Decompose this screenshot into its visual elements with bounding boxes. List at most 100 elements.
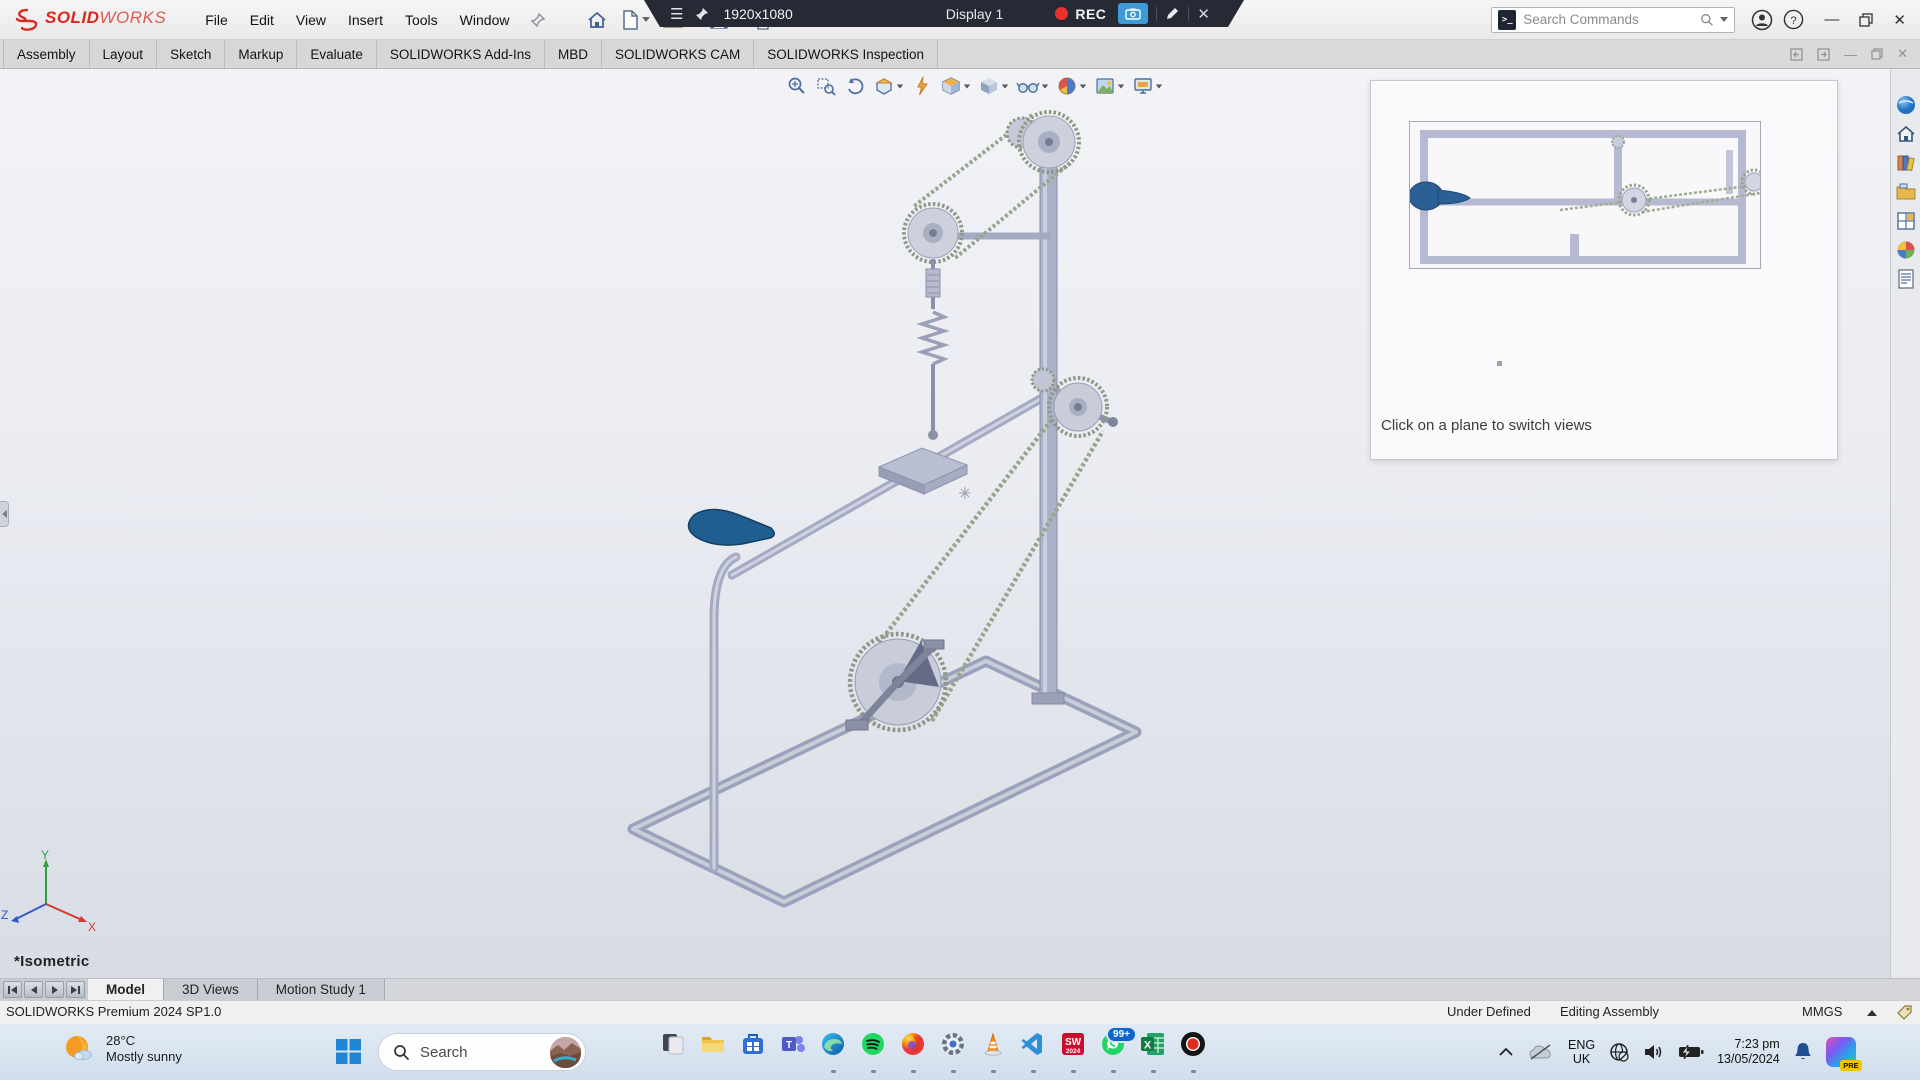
- notification-bell-icon[interactable]: [1793, 1041, 1813, 1063]
- tab-layout[interactable]: Layout: [90, 40, 158, 68]
- spring-damper[interactable]: [922, 259, 944, 440]
- task-view-button[interactable]: [658, 1031, 688, 1073]
- language-indicator[interactable]: ENG UK: [1568, 1038, 1595, 1066]
- pane-next-icon[interactable]: [1817, 48, 1830, 61]
- start-button[interactable]: [335, 1038, 362, 1065]
- tab-scroll-first-button[interactable]: [3, 981, 22, 998]
- rear-sprocket[interactable]: [1049, 378, 1107, 436]
- restore-button[interactable]: [1859, 13, 1873, 27]
- microsoft-store-button[interactable]: [738, 1031, 768, 1073]
- minimize-button[interactable]: —: [1824, 11, 1839, 28]
- command-search-box[interactable]: >_: [1491, 7, 1735, 33]
- apply-scene-icon[interactable]: [1092, 74, 1127, 98]
- menu-insert[interactable]: Insert: [337, 0, 394, 40]
- tab-solidworks-add-ins[interactable]: SOLIDWORKS Add-Ins: [377, 40, 545, 68]
- edge-button[interactable]: [818, 1031, 848, 1073]
- excel-button[interactable]: X: [1138, 1031, 1168, 1073]
- teams-button[interactable]: T: [778, 1031, 808, 1073]
- seat-post[interactable]: [714, 557, 736, 868]
- zoom-to-area-icon[interactable]: [813, 74, 839, 98]
- menu-window[interactable]: Window: [449, 0, 521, 40]
- doc-close-icon[interactable]: ✕: [1897, 46, 1908, 62]
- settings-button[interactable]: [938, 1031, 968, 1073]
- recorder-close-button[interactable]: ✕: [1197, 5, 1210, 23]
- appearances-scenes-icon[interactable]: [1894, 238, 1918, 262]
- vs-code-button[interactable]: [1018, 1031, 1048, 1073]
- hide-show-items-icon[interactable]: [1014, 74, 1051, 98]
- spotify-button[interactable]: [858, 1031, 888, 1073]
- screen-recorder-button[interactable]: [1178, 1031, 1208, 1073]
- new-document-button[interactable]: [616, 7, 654, 33]
- crank-wheel[interactable]: [846, 634, 946, 730]
- recorder-pin-icon[interactable]: [695, 7, 709, 21]
- previous-view-icon[interactable]: [842, 74, 868, 98]
- tab-solidworks-cam[interactable]: SOLIDWORKS CAM: [602, 40, 754, 68]
- account-icon[interactable]: [1751, 9, 1773, 31]
- screenshot-camera-button[interactable]: [1118, 3, 1148, 24]
- tab-assembly[interactable]: Assembly: [3, 40, 90, 68]
- pane-previous-icon[interactable]: [1790, 48, 1803, 61]
- menu-file[interactable]: File: [194, 0, 239, 40]
- copilot-icon[interactable]: PRE: [1826, 1037, 1856, 1067]
- upper-pulley[interactable]: [904, 204, 962, 262]
- battery-icon[interactable]: [1678, 1044, 1704, 1060]
- search-icon[interactable]: [1700, 12, 1714, 28]
- pin-menu-icon[interactable]: [530, 12, 546, 28]
- solidworks-resources-icon[interactable]: [1894, 122, 1918, 146]
- menu-tools[interactable]: Tools: [394, 0, 449, 40]
- tab-sketch[interactable]: Sketch: [157, 40, 225, 68]
- 3dexperience-icon[interactable]: [1894, 93, 1918, 117]
- doc-minimize-icon[interactable]: —: [1844, 47, 1857, 62]
- tab-solidworks-inspection[interactable]: SOLIDWORKS Inspection: [754, 40, 938, 68]
- recorder-menu-icon[interactable]: ☰: [670, 5, 683, 23]
- hidden-icons-chevron[interactable]: [1498, 1047, 1514, 1057]
- tab-scroll-last-button[interactable]: [66, 981, 85, 998]
- doc-restore-icon[interactable]: [1871, 48, 1883, 60]
- tab-3d-views[interactable]: 3D Views: [164, 979, 258, 1000]
- plane-preview[interactable]: [1409, 121, 1761, 269]
- taskbar-search-box[interactable]: [378, 1033, 586, 1071]
- top-pulley-cluster[interactable]: [1007, 112, 1079, 172]
- network-globe-icon[interactable]: [1608, 1041, 1630, 1063]
- taskbar-search-input[interactable]: [420, 1044, 530, 1061]
- onedrive-icon[interactable]: [1527, 1042, 1555, 1062]
- tab-motion-study-1[interactable]: Motion Study 1: [258, 979, 385, 1000]
- dynamic-annotation-views-icon[interactable]: [909, 74, 935, 98]
- whatsapp-button[interactable]: 99+: [1098, 1031, 1128, 1073]
- vlc-button[interactable]: [978, 1031, 1008, 1073]
- main-column[interactable]: [940, 123, 1064, 704]
- weather-widget[interactable]: 28°C Mostly sunny: [60, 1031, 182, 1067]
- firefox-button[interactable]: [898, 1031, 928, 1073]
- edit-appearance-icon[interactable]: [1054, 74, 1089, 98]
- display-style-icon[interactable]: [976, 74, 1011, 98]
- status-expand-caret[interactable]: [1867, 1010, 1877, 1016]
- tab-model[interactable]: Model: [88, 979, 164, 1000]
- annotate-pencil-button[interactable]: [1165, 6, 1180, 21]
- file-explorer-button[interactable]: [698, 1031, 728, 1073]
- new-document-dropdown[interactable]: [642, 17, 650, 22]
- section-view-icon[interactable]: [871, 74, 906, 98]
- tab-mbd[interactable]: MBD: [545, 40, 602, 68]
- tag-icon[interactable]: [1896, 1004, 1913, 1021]
- view-palette-icon[interactable]: [1894, 209, 1918, 233]
- view-settings-icon[interactable]: [1130, 74, 1165, 98]
- tab-scroll-next-button[interactable]: [45, 981, 64, 998]
- units-selector[interactable]: MMGS: [1802, 1004, 1842, 1019]
- close-button[interactable]: ✕: [1893, 11, 1906, 29]
- zoom-to-fit-icon[interactable]: [784, 74, 810, 98]
- search-highlight-image[interactable]: [550, 1037, 581, 1068]
- custom-properties-icon[interactable]: [1894, 267, 1918, 291]
- featuremanager-collapsed-handle[interactable]: [0, 501, 9, 527]
- graphics-viewport[interactable]: Click on a plane to switch views Y: [0, 69, 1920, 978]
- solidworks-button[interactable]: SW2024: [1058, 1031, 1088, 1073]
- design-library-icon[interactable]: [1894, 151, 1918, 175]
- view-orientation-icon[interactable]: [938, 74, 973, 98]
- search-scope-dropdown[interactable]: [1720, 17, 1728, 22]
- menu-view[interactable]: View: [285, 0, 337, 40]
- file-explorer-icon[interactable]: [1894, 180, 1918, 204]
- volume-icon[interactable]: [1643, 1042, 1665, 1062]
- help-icon[interactable]: ?: [1783, 9, 1804, 30]
- clock-widget[interactable]: 7:23 pm 13/05/2024: [1717, 1037, 1780, 1067]
- column-gear[interactable]: [1032, 369, 1054, 391]
- home-button[interactable]: [582, 7, 612, 33]
